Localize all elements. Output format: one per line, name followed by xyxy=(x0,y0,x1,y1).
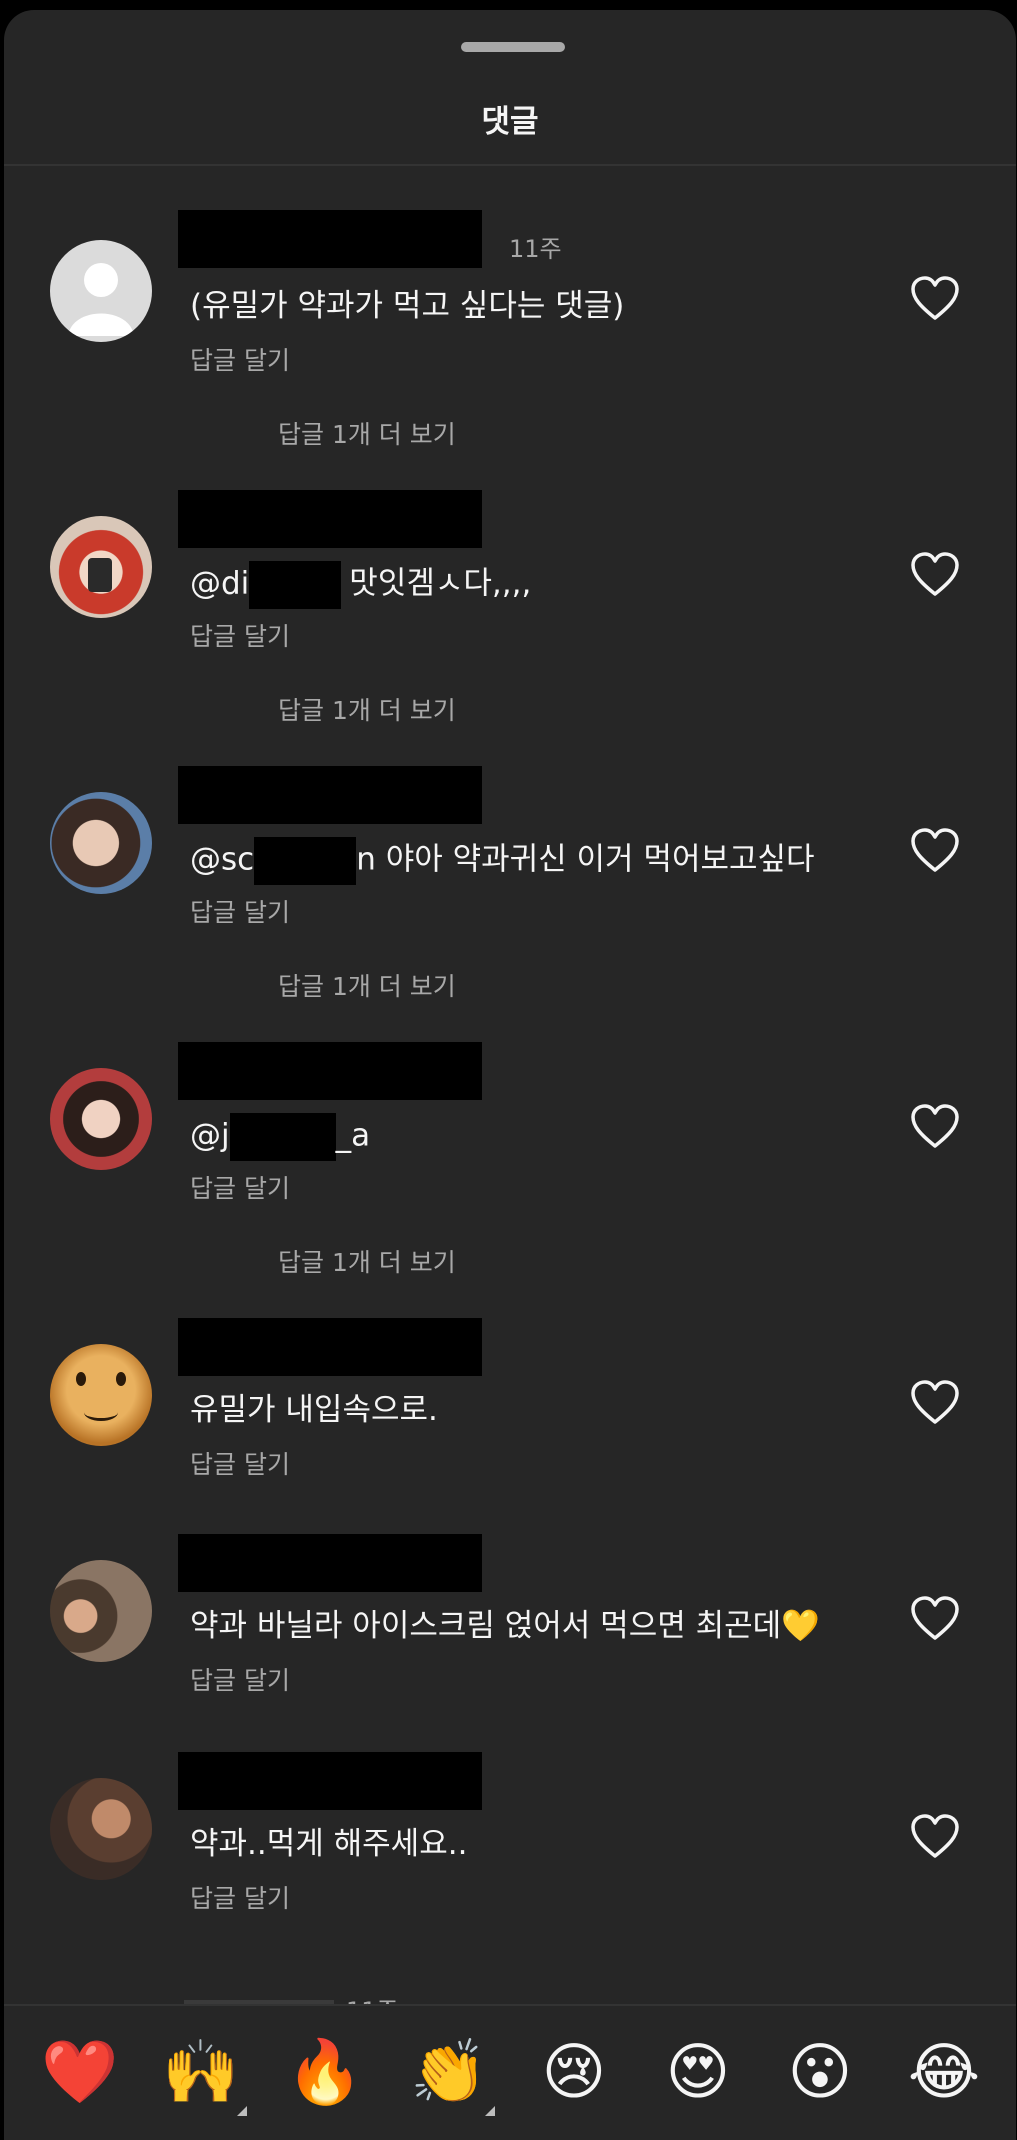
avatar-photo[interactable] xyxy=(50,1778,152,1880)
avatar-photo[interactable] xyxy=(50,516,152,618)
mention-redacted xyxy=(249,561,342,609)
like-heart-icon[interactable] xyxy=(910,1814,960,1860)
view-replies-button[interactable]: 답글 1개 더 보기 xyxy=(278,696,456,726)
comment-text: 약과..먹게 해주세요.. xyxy=(190,1826,468,1862)
username-redacted[interactable] xyxy=(178,766,482,824)
comment-text: 유밀가 내입속으로. xyxy=(190,1392,438,1428)
avatar-bread[interactable] xyxy=(50,1344,152,1446)
comment-body: n 야아 약과귀신 이거 먹어보고싶다 xyxy=(356,841,815,878)
mention-prefix[interactable]: @di xyxy=(190,566,249,602)
view-replies-button[interactable]: 답글 1개 더 보기 xyxy=(278,972,456,1002)
avatar-default[interactable] xyxy=(50,240,152,342)
quick-reaction-bar: ❤️ 🙌 🔥 👏 😢 😍 😮 😂 xyxy=(4,2004,1016,2140)
username-redacted[interactable] xyxy=(178,1534,482,1592)
mention-redacted xyxy=(254,837,357,885)
fire-emoji-button[interactable]: 🔥 xyxy=(285,2032,365,2112)
like-heart-icon[interactable] xyxy=(910,552,960,598)
mention-prefix[interactable]: @j xyxy=(190,1118,230,1154)
username-redacted[interactable] xyxy=(178,1042,482,1100)
comment-text: @di 맛잇겜ㅅ다,,,, xyxy=(190,561,531,609)
mention-redacted xyxy=(229,1113,336,1161)
reply-button[interactable]: 답글 달기 xyxy=(190,346,290,376)
like-heart-icon[interactable] xyxy=(910,276,960,322)
view-replies-button[interactable]: 답글 1개 더 보기 xyxy=(278,420,456,450)
like-heart-icon[interactable] xyxy=(910,828,960,874)
clapping-emoji-button[interactable]: 👏 xyxy=(409,2032,489,2112)
surprised-emoji-button[interactable]: 😮 xyxy=(780,2032,860,2112)
like-heart-icon[interactable] xyxy=(910,1596,960,1642)
username-redacted[interactable] xyxy=(178,1318,482,1376)
heart-eyes-emoji-button[interactable]: 😍 xyxy=(658,2032,738,2112)
reply-button[interactable]: 답글 달기 xyxy=(190,898,290,928)
raising-hands-emoji-button[interactable]: 🙌 xyxy=(161,2032,241,2112)
comment-item: 약과..먹게 해주세요.. 답글 달기 xyxy=(4,10,1016,1913)
comment-time: 11주 xyxy=(509,235,562,263)
reply-button[interactable]: 답글 달기 xyxy=(190,1666,290,1696)
comment-body: _a xyxy=(335,1117,371,1154)
like-heart-icon[interactable] xyxy=(910,1380,960,1426)
avatar-photo[interactable] xyxy=(50,1068,152,1170)
heart-emoji-button[interactable]: ❤️ xyxy=(40,2032,120,2112)
username-redacted[interactable] xyxy=(178,210,482,268)
like-heart-icon[interactable] xyxy=(910,1104,960,1150)
reply-button[interactable]: 답글 달기 xyxy=(190,1884,290,1914)
reply-button[interactable]: 답글 달기 xyxy=(190,1174,290,1204)
skin-tone-indicator xyxy=(485,2106,495,2116)
avatar-photo[interactable] xyxy=(50,792,152,894)
skin-tone-indicator xyxy=(237,2106,247,2116)
mention-prefix[interactable]: @sc xyxy=(190,842,254,878)
username-redacted[interactable] xyxy=(178,1752,482,1810)
avatar-photo[interactable] xyxy=(50,1560,152,1662)
comments-sheet: 댓글 11주 (유밀가 약과가 먹고 싶다는 댓글) 답글 달기 답글 1개 더… xyxy=(4,10,1016,2140)
reply-button[interactable]: 답글 달기 xyxy=(190,622,290,652)
comment-text: @j _a xyxy=(190,1113,370,1161)
crying-emoji-button[interactable]: 😢 xyxy=(534,2032,614,2112)
comment-text: @sc n 야아 약과귀신 이거 먹어보고싶다 xyxy=(190,837,815,885)
laughing-tears-emoji-button[interactable]: 😂 xyxy=(904,2032,984,2112)
username-redacted[interactable] xyxy=(178,490,482,548)
reply-button[interactable]: 답글 달기 xyxy=(190,1450,290,1480)
comment-body: 맛잇겜ㅅ다,,,, xyxy=(349,565,532,602)
comment-text: (유밀가 약과가 먹고 싶다는 댓글) xyxy=(190,288,625,324)
comment-text: 약과 바닐라 아이스크림 얹어서 먹으면 최곤데💛 xyxy=(190,1608,820,1644)
view-replies-button[interactable]: 답글 1개 더 보기 xyxy=(278,1248,456,1278)
